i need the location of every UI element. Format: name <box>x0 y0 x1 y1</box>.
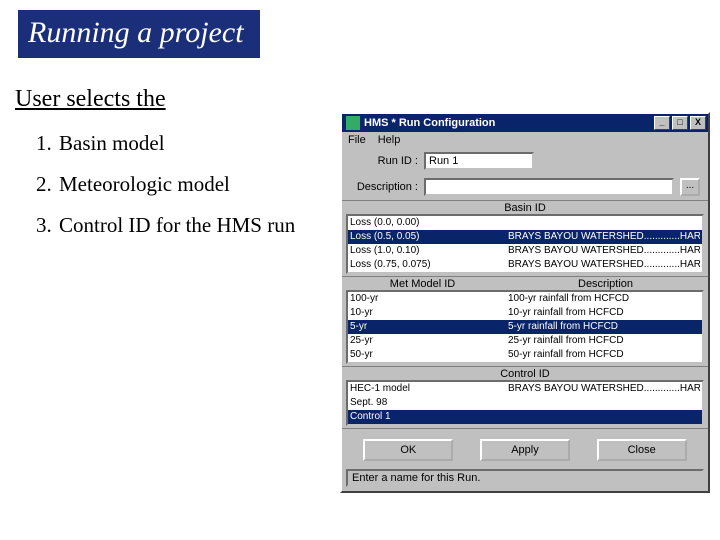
list-row[interactable]: Loss (0.5, 0.05)BRAYS BAYOU WATERSHED...… <box>348 230 702 244</box>
cell-desc: 100-yr rainfall from HCFCD <box>504 292 700 306</box>
ok-button[interactable]: OK <box>363 439 453 461</box>
close-icon[interactable]: X <box>690 116 706 130</box>
cell-id: Control 1 <box>350 410 504 424</box>
list-row[interactable]: 50-yr50-yr rainfall from HCFCD <box>348 348 702 362</box>
list-row[interactable]: 25-yr25-yr rainfall from HCFCD <box>348 334 702 348</box>
list-item: Control ID for the HMS run <box>57 205 317 246</box>
slide-subhead: User selects the <box>15 86 720 113</box>
cell-desc: BRAYS BAYOU WATERSHED.............HARRIS… <box>504 382 700 396</box>
cell-id: Loss (0.0, 0.00) <box>350 216 504 230</box>
cell-id: 50-yr <box>350 348 504 362</box>
runid-label: Run ID : <box>350 155 418 167</box>
description-input[interactable] <box>424 178 674 196</box>
title-bar[interactable]: HMS * Run Configuration _ □ X <box>342 114 708 132</box>
basin-section-head: Basin ID <box>342 200 708 214</box>
dialog-window: HMS * Run Configuration _ □ X File Help … <box>340 112 710 493</box>
menu-help[interactable]: Help <box>378 134 401 146</box>
cell-id: Sept. 98 <box>350 396 504 410</box>
cell-id: 100-yr <box>350 292 504 306</box>
button-row: OK Apply Close <box>342 428 708 467</box>
list-row[interactable]: Loss (1.0, 0.10)BRAYS BAYOU WATERSHED...… <box>348 244 702 258</box>
list-row[interactable]: Sept. 98 <box>348 396 702 410</box>
minimize-button[interactable]: _ <box>654 116 670 130</box>
cell-desc: 25-yr rainfall from HCFCD <box>504 334 700 348</box>
cell-id: Loss (0.75, 0.075) <box>350 258 504 272</box>
cell-desc <box>504 216 700 230</box>
cell-id: Loss (0.5, 0.05) <box>350 230 504 244</box>
runid-input[interactable] <box>424 152 534 170</box>
control-listbox[interactable]: HEC-1 modelBRAYS BAYOU WATERSHED........… <box>346 380 704 426</box>
cell-desc: BRAYS BAYOU WATERSHED.............HARRIS… <box>504 244 700 258</box>
list-row[interactable]: 100-yr100-yr rainfall from HCFCD <box>348 292 702 306</box>
cell-desc: 5-yr rainfall from HCFCD <box>504 320 700 334</box>
description-more-button[interactable]: ... <box>680 178 700 196</box>
cell-id: HEC-1 model <box>350 382 504 396</box>
met-head-id: Met Model ID <box>342 278 503 290</box>
met-head-desc: Description <box>503 278 708 290</box>
cell-id: Loss (1.0, 0.10) <box>350 244 504 258</box>
close-button[interactable]: Close <box>597 439 687 461</box>
met-listbox[interactable]: 100-yr100-yr rainfall from HCFCD10-yr10-… <box>346 290 704 364</box>
list-row[interactable]: 10-yr10-yr rainfall from HCFCD <box>348 306 702 320</box>
list-item: Basin model <box>57 123 317 164</box>
list-row[interactable]: Control 1 <box>348 410 702 424</box>
cell-desc <box>504 396 700 410</box>
cell-id: 10-yr <box>350 306 504 320</box>
list-row[interactable]: 5-yr5-yr rainfall from HCFCD <box>348 320 702 334</box>
cell-desc: BRAYS BAYOU WATERSHED.............HARRIS… <box>504 230 700 244</box>
window-title: HMS * Run Configuration <box>364 117 654 129</box>
menu-file[interactable]: File <box>348 134 366 146</box>
app-icon <box>346 116 360 130</box>
cell-desc: BRAYS BAYOU WATERSHED.............HARRIS… <box>504 258 700 272</box>
menu-bar: File Help <box>342 132 708 148</box>
list-row[interactable]: Loss (0.75, 0.075)BRAYS BAYOU WATERSHED.… <box>348 258 702 272</box>
list-row[interactable]: HEC-1 modelBRAYS BAYOU WATERSHED........… <box>348 382 702 396</box>
cell-desc: 50-yr rainfall from HCFCD <box>504 348 700 362</box>
status-bar: Enter a name for this Run. <box>346 469 704 487</box>
slide-title: Running a project <box>18 10 260 58</box>
cell-id: 5-yr <box>350 320 504 334</box>
apply-button[interactable]: Apply <box>480 439 570 461</box>
cell-id: 25-yr <box>350 334 504 348</box>
basin-listbox[interactable]: Loss (0.0, 0.00)Loss (0.5, 0.05)BRAYS BA… <box>346 214 704 274</box>
maximize-button[interactable]: □ <box>672 116 688 130</box>
list-row[interactable]: Loss (0.0, 0.00) <box>348 216 702 230</box>
cell-desc: 10-yr rainfall from HCFCD <box>504 306 700 320</box>
met-section-head: Met Model ID Description <box>342 276 708 290</box>
cell-desc <box>504 410 700 424</box>
control-section-head: Control ID <box>342 366 708 380</box>
description-label: Description : <box>350 181 418 193</box>
list-item: Meteorologic model <box>57 164 317 205</box>
